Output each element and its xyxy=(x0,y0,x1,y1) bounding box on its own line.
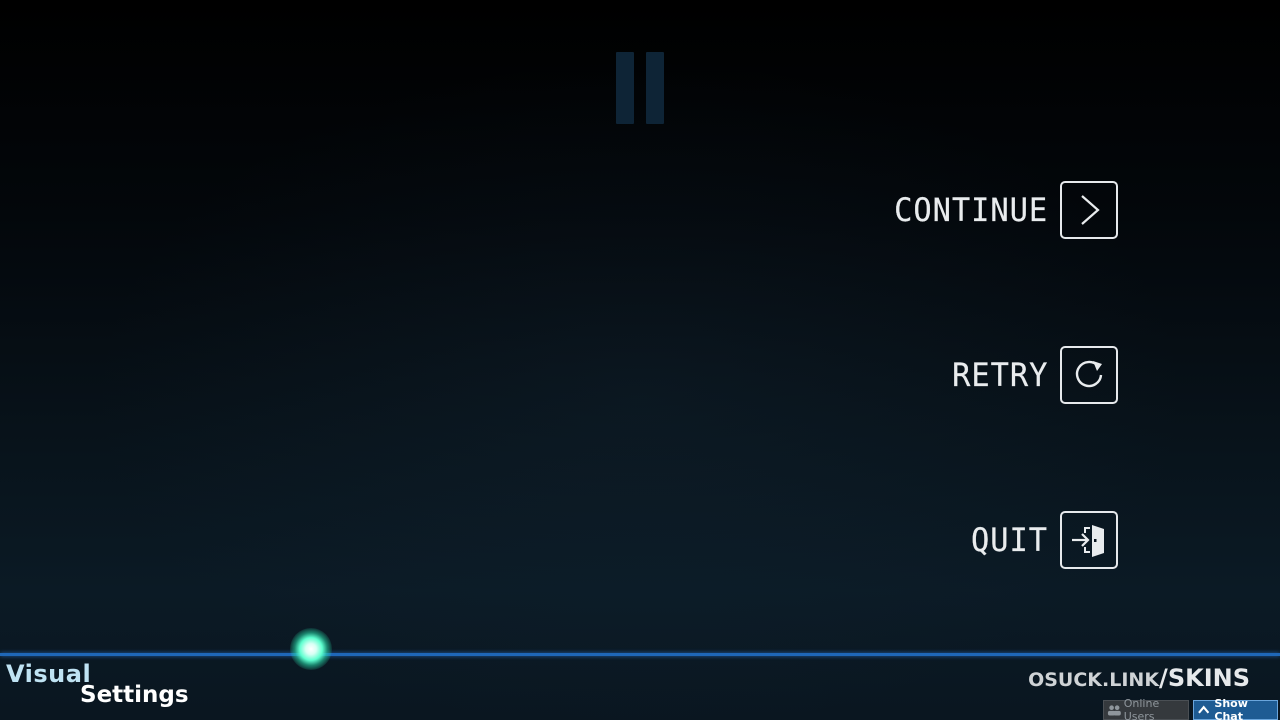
show-chat-label: Show Chat xyxy=(1214,697,1248,720)
song-progress-line xyxy=(0,653,1280,656)
exit-door-icon[interactable] xyxy=(1060,511,1118,569)
users-icon xyxy=(1107,705,1121,716)
pause-bar-right xyxy=(646,52,664,124)
pause-screen: CONTINUE RETRY QUIT Visual Settings OSUC… xyxy=(0,0,1280,720)
pause-bar-left xyxy=(616,52,634,124)
retry-label: RETRY xyxy=(951,356,1048,394)
continue-label: CONTINUE xyxy=(893,191,1048,229)
chevron-right-icon[interactable] xyxy=(1060,181,1118,239)
skin-watermark: OSUCK.LINK /SKINS xyxy=(1028,664,1250,698)
cursor-glow xyxy=(290,628,332,670)
online-users-label: Online Users xyxy=(1123,697,1160,720)
visual-settings-label-line2: Settings xyxy=(80,682,189,708)
watermark-left: OSUCK.LINK xyxy=(1028,669,1160,691)
show-chat-button[interactable]: Show Chat xyxy=(1193,697,1278,720)
quit-button[interactable]: QUIT xyxy=(967,509,1118,571)
watermark-right: /SKINS xyxy=(1159,664,1250,692)
retry-icon[interactable] xyxy=(1060,346,1118,404)
quit-label: QUIT xyxy=(970,521,1048,559)
visual-settings-label-line1: Visual xyxy=(6,660,92,688)
chevron-up-icon xyxy=(1198,705,1210,714)
visual-settings-button[interactable]: Visual Settings xyxy=(4,660,194,716)
online-users-button[interactable]: Online Users xyxy=(1103,697,1189,720)
continue-button[interactable]: CONTINUE xyxy=(886,179,1118,241)
retry-button[interactable]: RETRY xyxy=(947,344,1118,406)
pause-icon xyxy=(616,52,666,124)
